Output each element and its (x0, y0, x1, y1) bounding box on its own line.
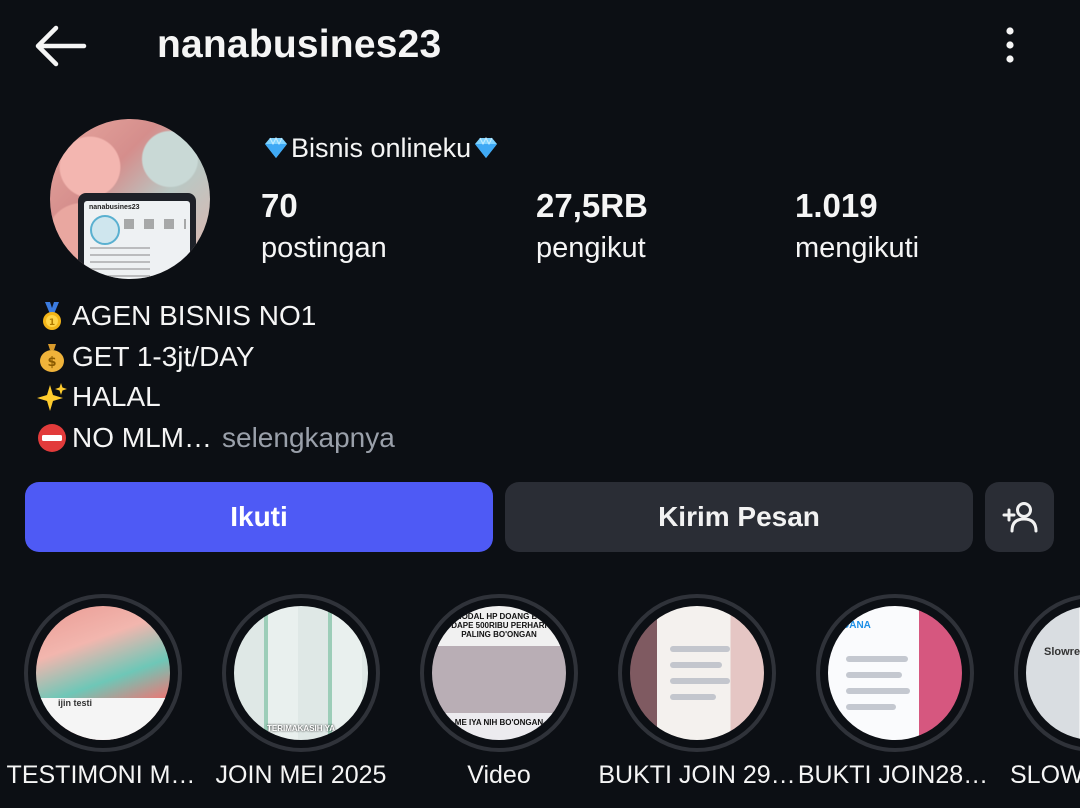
story-highlight[interactable]: DANA (816, 594, 974, 752)
avatar-phone-image: nanabusines23 (78, 193, 196, 279)
avatar-phone-username: nanabusines23 (89, 204, 140, 211)
followers-count: 27,5RB (536, 187, 648, 224)
highlight-label: BUKTI JOIN28… (797, 761, 989, 789)
more-options-button[interactable] (990, 22, 1030, 70)
add-user-icon (1002, 502, 1037, 533)
bio-line-text: AGEN BISNIS NO1 (72, 300, 317, 331)
bio-line-text: NO MLM… (72, 421, 212, 453)
send-message-button[interactable]: Kirim Pesan (505, 482, 973, 552)
profile-bio: 1 AGEN BISNIS NO1 $ GET 1-3jt/DAY HALAL … (36, 296, 395, 458)
profile-avatar[interactable]: nanabusines23 (50, 119, 210, 279)
money-bag-icon: $ (40, 343, 64, 372)
story-highlight[interactable]: S MODAL HP DOANG BISA DAPE 500RIBU PERHA… (420, 594, 578, 752)
highlight-cover-caption: ME IYA NIH BO'ONGAN (454, 718, 544, 727)
highlight-cover-caption: DANA (842, 620, 871, 631)
bio-line: NO MLM… selengkapnya (36, 418, 395, 459)
highlight-label: SLOW (1010, 761, 1080, 789)
stat-posts[interactable]: 70 postingan (261, 186, 387, 268)
svg-text:1: 1 (49, 318, 55, 328)
sparkles-icon (37, 383, 67, 412)
bio-line-text: HALAL (72, 381, 161, 412)
gold-medal-icon: 1 (43, 302, 61, 331)
highlight-label: BUKTI JOIN 29… (598, 761, 796, 789)
highlight-label: Video (467, 761, 531, 789)
highlight-cover-caption: TERIMAKASIH YA (266, 724, 335, 733)
more-vertical-icon (1006, 27, 1014, 63)
highlight-cover-image: S MODAL HP DOANG BISA DAPE 500RIBU PERHA… (432, 606, 566, 740)
posts-count: 70 (261, 187, 298, 224)
bio-line: HALAL (36, 377, 395, 418)
highlight-cover-caption: ijin testi (36, 698, 170, 740)
bio-more-link[interactable]: selengkapnya (222, 418, 395, 459)
arrow-left-icon (35, 25, 87, 67)
profile-title-text: Bisnis onlineku (291, 133, 472, 163)
highlight-cover-image (630, 606, 764, 740)
highlight-cover-image: DANA (828, 606, 962, 740)
follow-button[interactable]: Ikuti (25, 482, 493, 552)
highlight-cover-image: ijin testi (36, 606, 170, 740)
no-entry-icon (38, 423, 66, 452)
back-button[interactable] (30, 22, 90, 70)
followers-label: pengikut (536, 232, 646, 264)
gem-icon (265, 136, 287, 158)
profile-screen: nanabusines23 nanabusines23 Bisnis onlin… (0, 0, 1080, 808)
stat-followers[interactable]: 27,5RB pengikut (536, 186, 648, 268)
story-highlight[interactable] (618, 594, 776, 752)
story-highlight[interactable]: ijin testi (24, 594, 182, 752)
gem-icon (475, 136, 498, 158)
bio-line: 1 AGEN BISNIS NO1 (36, 296, 395, 337)
highlight-cover-caption: S MODAL HP DOANG BISA DAPE 500RIBU PERHA… (447, 612, 551, 639)
story-highlight[interactable]: Slowrespo Ig ya Nu (1014, 594, 1080, 752)
bio-line: $ GET 1-3jt/DAY (36, 337, 395, 378)
suggest-user-button[interactable] (985, 482, 1054, 552)
posts-label: postingan (261, 232, 387, 264)
profile-display-title: Bisnis onlineku (261, 128, 501, 168)
highlight-label: JOIN MEI 2025 (215, 761, 387, 789)
highlight-cover-caption: Slowrespo Ig ya Nu (1044, 646, 1080, 658)
bio-line-text: GET 1-3jt/DAY (72, 340, 255, 372)
following-label: mengikuti (795, 232, 920, 264)
highlight-cover-image: TERIMAKASIH YA (234, 606, 368, 740)
story-highlight[interactable]: TERIMAKASIH YA (222, 594, 380, 752)
svg-text:$: $ (47, 355, 56, 370)
profile-username: nanabusines23 (157, 23, 442, 66)
highlight-label: TESTIMONI M… (6, 761, 196, 789)
stat-following[interactable]: 1.019 mengikuti (795, 186, 919, 268)
following-count: 1.019 (795, 187, 878, 224)
